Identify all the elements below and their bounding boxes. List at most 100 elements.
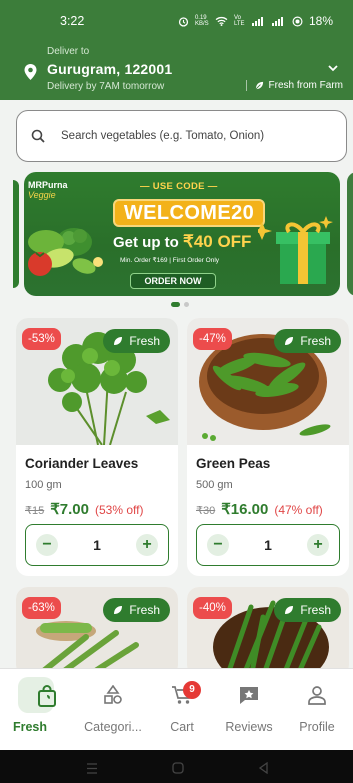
brand-logo: MRPurna Veggie: [28, 180, 68, 200]
product-price: ₹15 ₹7.00 (53% off): [25, 500, 143, 518]
leaf-icon: [114, 606, 123, 614]
promo-banner[interactable]: MRPurna Veggie — USE CODE — WELCOME20 Ge…: [24, 172, 340, 296]
product-mrp: ₹15: [25, 505, 45, 517]
reviews-icon: [240, 687, 258, 704]
signal-icon: [251, 17, 263, 26]
menu-icon[interactable]: [86, 761, 98, 779]
cart-count-badge: 9: [183, 681, 201, 699]
fresh-from-farm-text: Fresh from Farm: [268, 80, 343, 91]
fresh-badge-label: Fresh: [129, 334, 160, 348]
quantity-value: 1: [264, 537, 272, 553]
nav-item-reviews[interactable]: Reviews: [214, 669, 284, 751]
product-mrp: ₹30: [196, 505, 216, 517]
nav-label: Reviews: [225, 720, 273, 734]
nav-item-cart[interactable]: Cart: [147, 669, 217, 751]
product-quantity: 500 gm: [196, 479, 233, 491]
nav-label: Categori...: [84, 720, 142, 734]
delivery-eta: Delivery by 7AM tomorrow: [47, 81, 165, 92]
back-icon[interactable]: [258, 761, 270, 779]
use-code-text: USE CODE: [152, 181, 205, 192]
brand-name: MRPurna: [28, 180, 68, 190]
nav-label: Cart: [170, 720, 194, 734]
location-selector[interactable]: Gurugram, 122001: [47, 61, 172, 77]
status-bar: 3:22 0.19 KB/S Vo LTE 18%: [0, 0, 353, 42]
fresh-badge-label: Fresh: [300, 603, 331, 617]
discount-badge: -47%: [193, 328, 232, 350]
decrement-button[interactable]: −: [36, 534, 58, 556]
carousel-dot-active[interactable]: [171, 302, 180, 307]
nav-item-profile[interactable]: Profile: [282, 669, 352, 751]
status-icons: 0.19 KB/S Vo LTE 18%: [178, 14, 333, 28]
discount-badge: -40%: [193, 597, 232, 619]
nav-item-fresh[interactable]: Fresh: [12, 669, 82, 751]
chevron-down-icon[interactable]: [327, 63, 339, 73]
shopping-bag-icon: [38, 685, 56, 707]
product-sale-price: ₹7.00: [50, 501, 89, 518]
nav-item-categories[interactable]: Categori...: [78, 669, 148, 751]
data-speed: 0.19 KB/S: [194, 15, 209, 27]
search-bar[interactable]: [16, 110, 347, 162]
leaf-icon: [114, 337, 123, 345]
fresh-badge: Fresh: [274, 329, 341, 353]
order-now-button[interactable]: ORDER NOW: [130, 273, 216, 289]
signal-icon-2: [271, 17, 283, 26]
product-name: Coriander Leaves: [25, 456, 139, 471]
carousel-dot[interactable]: [184, 302, 189, 307]
promo-code: WELCOME20: [113, 199, 265, 227]
status-time: 3:22: [60, 14, 85, 28]
leaf-icon: [255, 81, 263, 90]
product-quantity: 100 gm: [25, 479, 62, 491]
decrement-button[interactable]: −: [207, 534, 229, 556]
system-navigation-bar: [0, 750, 353, 783]
product-discount-text: (47% off): [274, 503, 323, 517]
use-code-label: — USE CODE —: [140, 181, 218, 192]
previous-banner-peek[interactable]: [13, 180, 19, 288]
search-icon: [31, 129, 45, 143]
product-name: Green Peas: [196, 456, 271, 471]
discount-badge: -53%: [22, 328, 61, 350]
brand-subtitle: Veggie: [28, 190, 56, 200]
alarm-icon: [178, 16, 189, 27]
bottom-navigation: Fresh Categori... Cart 9 Reviews Profile: [0, 668, 353, 750]
profile-icon: [308, 686, 326, 705]
app-header: 3:22 0.19 KB/S Vo LTE 18% Deliver to Gur…: [0, 0, 353, 100]
product-card[interactable]: -47% Fresh Green Peas 500 gm ₹30 ₹16.00 …: [187, 318, 349, 576]
product-price: ₹30 ₹16.00 (47% off): [196, 500, 323, 518]
home-icon[interactable]: [172, 761, 184, 779]
offer-amount: ₹40 OFF: [183, 232, 252, 251]
network-type: Vo LTE: [233, 15, 245, 27]
deliver-to-label: Deliver to: [47, 46, 90, 57]
quantity-stepper: − 1 +: [196, 524, 340, 566]
nav-label: Profile: [299, 720, 335, 734]
fresh-from-farm-label: Fresh from Farm: [245, 80, 343, 91]
fresh-badge: Fresh: [274, 598, 341, 622]
fresh-badge: Fresh: [103, 329, 170, 353]
search-input[interactable]: [61, 130, 311, 142]
offer-text: Get up to ₹40 OFF: [113, 232, 273, 252]
nav-label: Fresh: [12, 720, 48, 734]
battery-icon: [292, 16, 303, 26]
product-card[interactable]: -63% Fresh: [16, 587, 178, 677]
product-discount-text: (53% off): [94, 503, 144, 517]
location-pin-icon: [24, 64, 37, 80]
product-card[interactable]: -53% Fresh Coriander Leaves 100 gm ₹15 ₹…: [16, 318, 178, 576]
categories-icon: [104, 685, 122, 704]
carousel-indicator: [171, 302, 189, 307]
battery-level: 18%: [308, 14, 333, 28]
next-banner-peek[interactable]: [347, 172, 353, 296]
min-order-note: Min. Order ₹169 | First Order Only: [120, 257, 220, 264]
gift-box-illustration: [258, 216, 333, 284]
fresh-badge: Fresh: [103, 598, 170, 622]
discount-badge: -63%: [22, 597, 61, 619]
quantity-value: 1: [93, 537, 101, 553]
increment-button[interactable]: +: [135, 534, 158, 556]
wifi-icon: [215, 16, 228, 26]
fresh-badge-label: Fresh: [300, 334, 331, 348]
vegetables-illustration: [28, 228, 103, 276]
increment-button[interactable]: +: [306, 534, 329, 556]
leaf-icon: [285, 606, 294, 614]
leaf-icon: [285, 337, 294, 345]
fresh-badge-label: Fresh: [129, 603, 160, 617]
product-sale-price: ₹16.00: [221, 501, 269, 518]
product-card[interactable]: -40% Fresh: [187, 587, 349, 677]
